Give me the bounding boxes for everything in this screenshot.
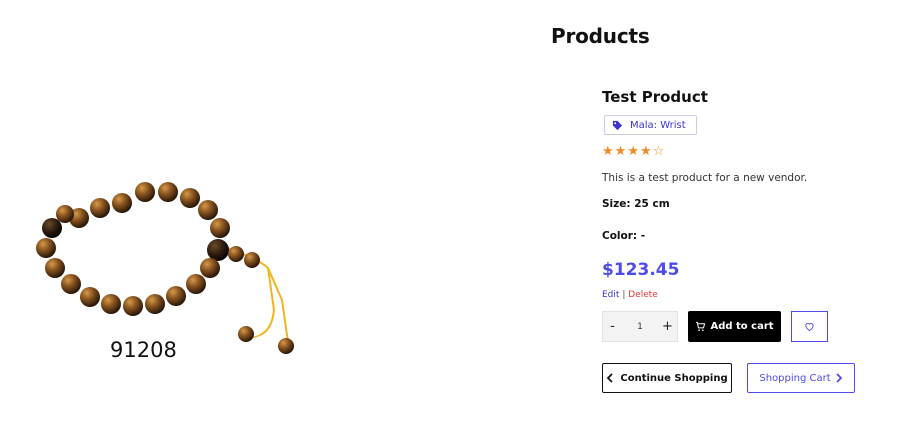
star-filled-icon: ★ bbox=[602, 144, 614, 159]
admin-links: Edit | Delete bbox=[602, 290, 892, 300]
wishlist-button[interactable] bbox=[791, 311, 828, 342]
continue-shopping-label: Continue Shopping bbox=[620, 372, 728, 384]
heart-icon bbox=[805, 322, 814, 332]
cart-icon bbox=[696, 321, 706, 331]
shopping-cart-label: Shopping Cart bbox=[759, 372, 831, 384]
star-filled-icon: ★ bbox=[639, 144, 652, 159]
increase-quantity-button[interactable]: + bbox=[658, 312, 677, 341]
product-description: This is a test product for a new vendor. bbox=[602, 172, 808, 184]
chevron-left-icon bbox=[607, 373, 613, 383]
category-label: Mala: Wrist bbox=[630, 119, 686, 131]
product-image-code: 91208 bbox=[110, 338, 177, 362]
add-to-cart-label: Add to cart bbox=[710, 321, 774, 332]
star-filled-icon: ★ bbox=[614, 144, 627, 159]
category-tag[interactable]: Mala: Wrist bbox=[604, 115, 697, 135]
delete-link[interactable]: Delete bbox=[628, 290, 658, 300]
quantity-stepper: - + bbox=[602, 311, 678, 342]
chevron-right-icon bbox=[836, 373, 842, 383]
product-size: Size: 25 cm bbox=[602, 198, 670, 210]
star-empty-icon: ☆ bbox=[652, 144, 665, 159]
rating-stars: ★ ★ ★ ★ ☆ bbox=[602, 145, 892, 159]
continue-shopping-button[interactable]: Continue Shopping bbox=[602, 363, 732, 393]
edit-link[interactable]: Edit bbox=[602, 290, 619, 300]
add-to-cart-button[interactable]: Add to cart bbox=[688, 311, 781, 342]
product-details: Test Product Mala: Wrist ★ ★ ★ ★ ☆ This … bbox=[602, 88, 892, 393]
product-price: $123.45 bbox=[602, 260, 680, 280]
product-color: Color: - bbox=[602, 230, 646, 242]
page-title: Products bbox=[551, 24, 650, 48]
decrease-quantity-button[interactable]: - bbox=[603, 312, 622, 341]
shopping-cart-button[interactable]: Shopping Cart bbox=[747, 363, 855, 393]
product-name: Test Product bbox=[602, 88, 708, 106]
navigation-row: Continue Shopping Shopping Cart bbox=[602, 363, 892, 393]
star-filled-icon: ★ bbox=[627, 144, 639, 159]
cart-row: - + Add to cart bbox=[602, 311, 892, 342]
link-separator: | bbox=[622, 290, 626, 300]
tag-icon bbox=[612, 120, 623, 130]
quantity-input[interactable] bbox=[622, 312, 658, 341]
